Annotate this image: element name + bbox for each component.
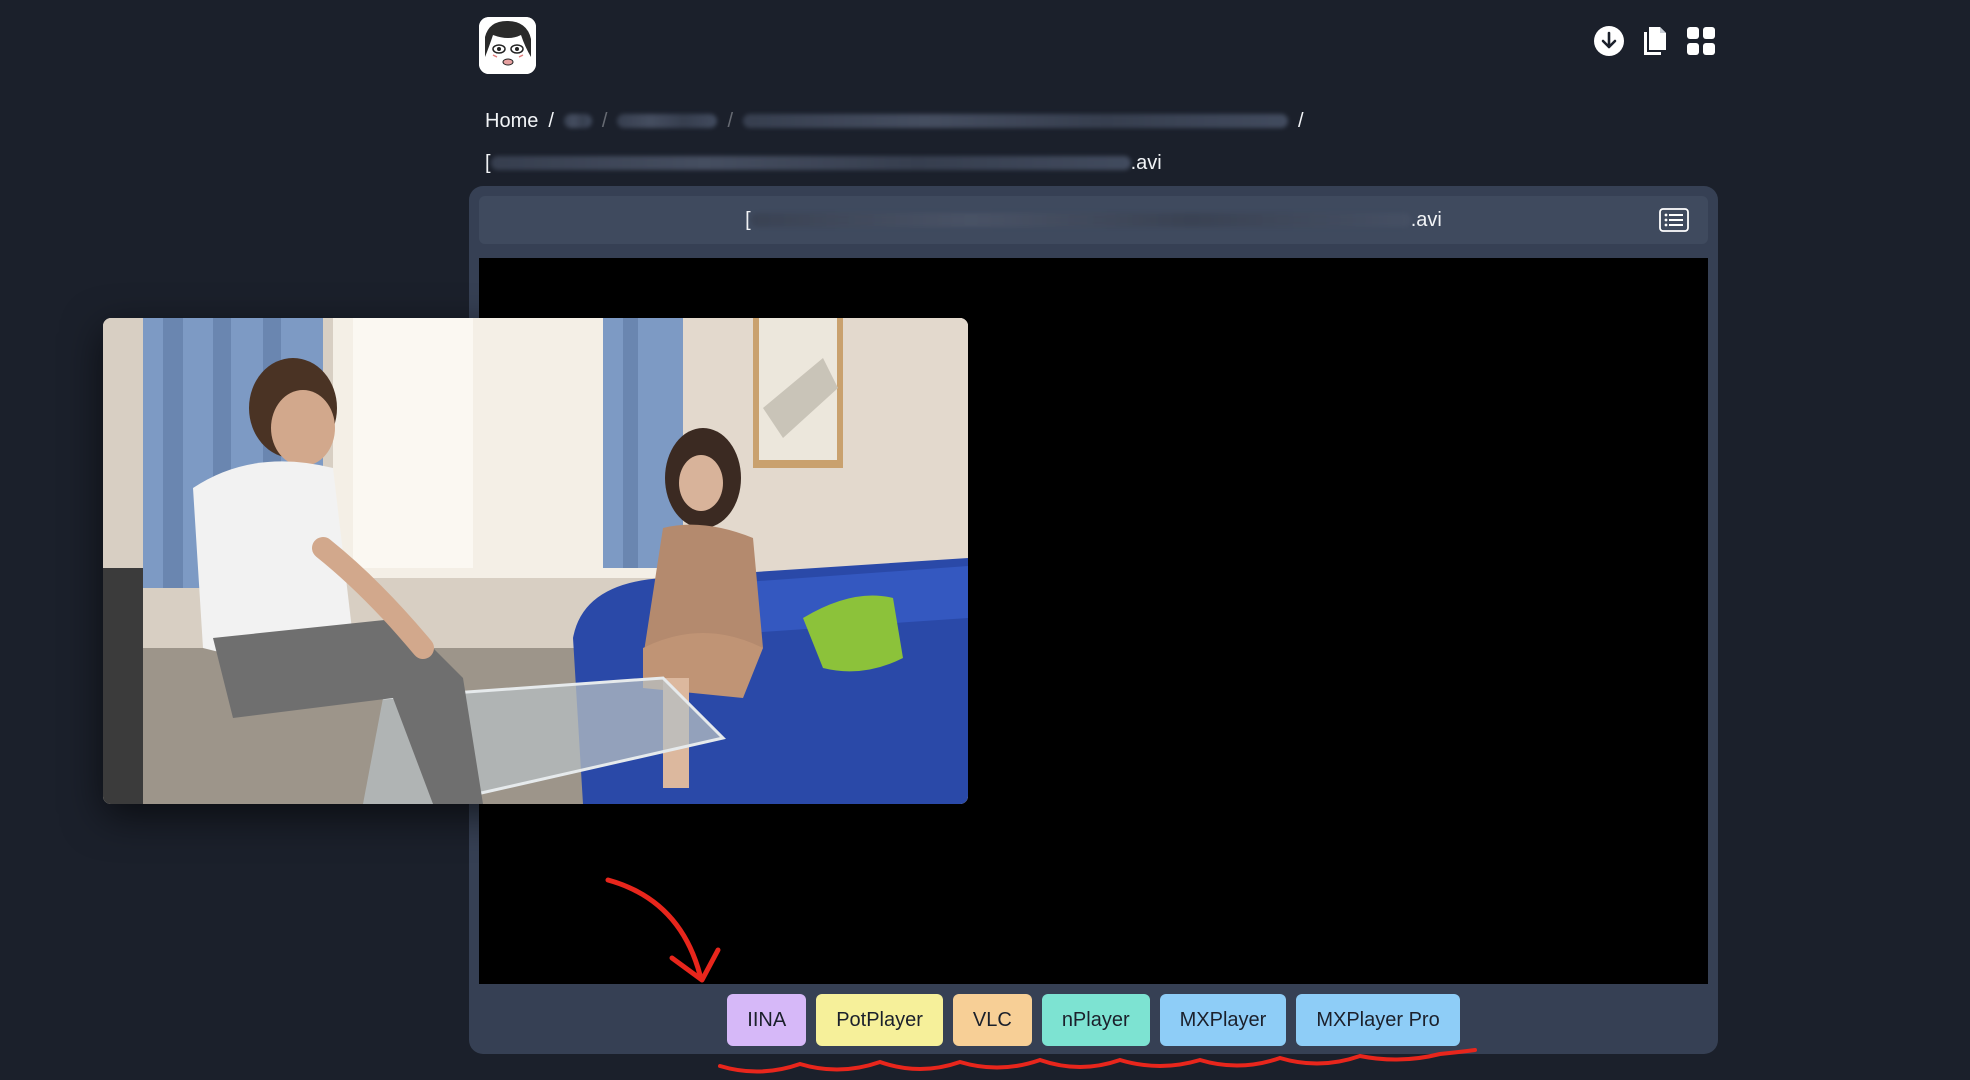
breadcrumb-separator: /: [727, 110, 734, 132]
file-name-prefix: [: [485, 152, 491, 174]
file-name-suffix: .avi: [1130, 152, 1162, 174]
breadcrumb-current-file: [ .avi: [485, 142, 1355, 184]
breadcrumb-separator: /: [548, 110, 554, 132]
preview-scene-image: [103, 318, 968, 804]
breadcrumb-redacted-segment[interactable]: [563, 114, 592, 128]
mxplayer-pro-button[interactable]: MXPlayer Pro: [1296, 994, 1460, 1046]
site-logo[interactable]: [479, 17, 536, 74]
breadcrumb-redacted-segment[interactable]: [617, 114, 718, 128]
player-title-suffix: .avi: [1410, 208, 1442, 231]
breadcrumb-redacted-segment[interactable]: [743, 114, 1289, 128]
breadcrumb-separator: /: [1298, 110, 1304, 132]
playlist-icon[interactable]: [1658, 206, 1690, 234]
breadcrumb-separator: /: [601, 110, 608, 132]
download-circle-icon[interactable]: [1592, 24, 1626, 58]
file-name-redacted: [490, 156, 1131, 170]
external-player-buttons: IINA PotPlayer VLC nPlayer MXPlayer MXPl…: [469, 994, 1718, 1046]
iina-button[interactable]: IINA: [727, 994, 807, 1046]
player-title-redacted: [750, 213, 1411, 227]
player-title-bar: [ .avi: [479, 196, 1708, 244]
header-actions: [1592, 24, 1718, 58]
vlc-button[interactable]: VLC: [952, 994, 1032, 1046]
copy-documents-icon[interactable]: [1638, 24, 1672, 58]
nplayer-button[interactable]: nPlayer: [1041, 994, 1150, 1046]
potplayer-button[interactable]: PotPlayer: [816, 994, 943, 1046]
page: Home / / / / [ .avi [ .avi IINA PotPlaye…: [0, 0, 1970, 1080]
breadcrumb-home-link[interactable]: Home: [485, 100, 538, 142]
anime-face-logo-icon: [479, 17, 536, 74]
breadcrumb: Home / / / / [ .avi: [485, 100, 1355, 184]
player-title-prefix: [: [745, 208, 751, 231]
grid-apps-icon[interactable]: [1684, 24, 1718, 58]
video-preview-thumbnail: [103, 318, 968, 804]
mxplayer-button[interactable]: MXPlayer: [1159, 994, 1287, 1046]
